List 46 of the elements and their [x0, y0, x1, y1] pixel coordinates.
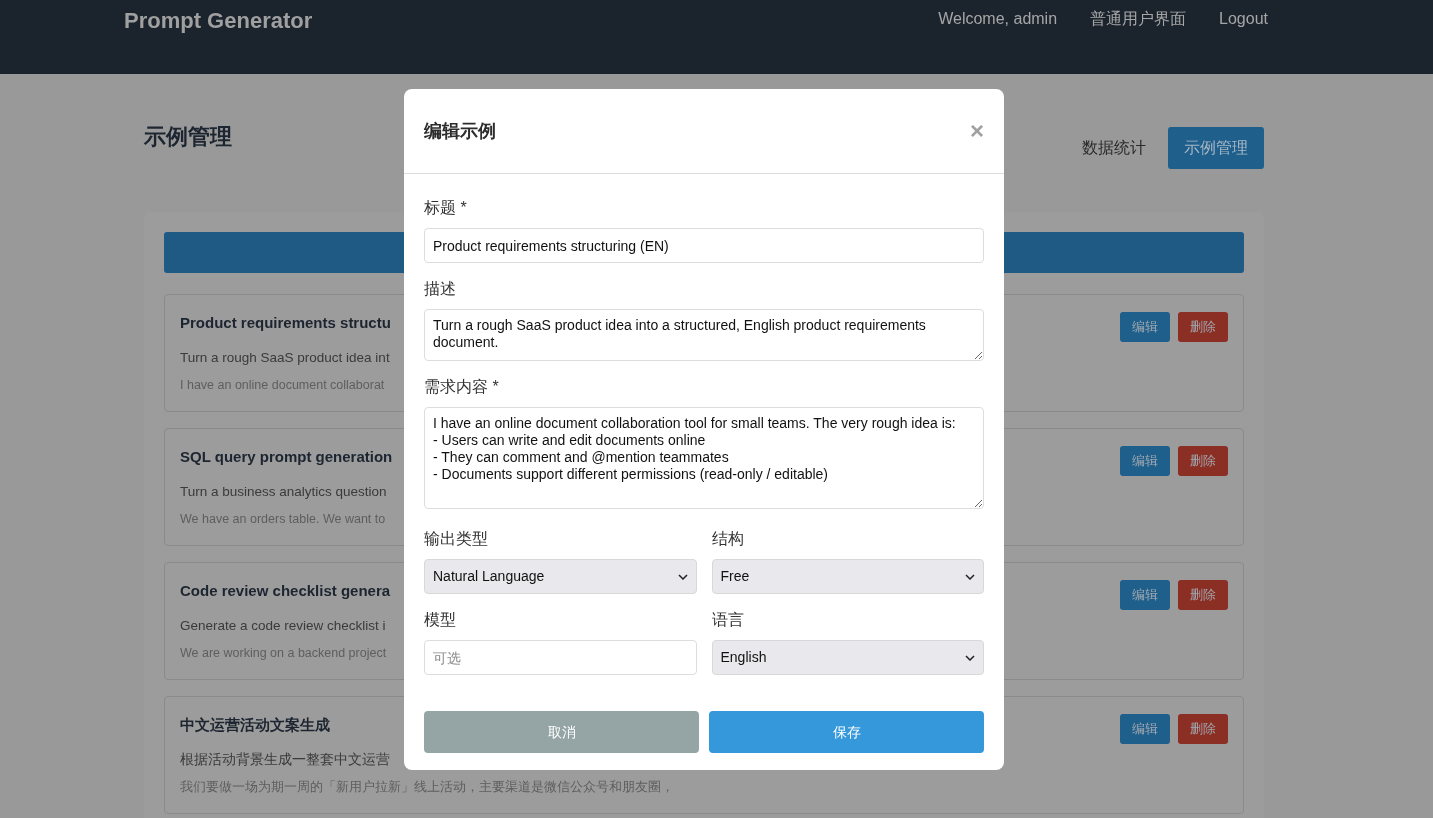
edit-button[interactable]: 编辑 [1120, 580, 1170, 610]
card-title: Code review checklist genera [180, 581, 391, 601]
card-content: We have an orders table. We want to [180, 510, 386, 528]
card-description: Turn a business analytics question [180, 482, 387, 501]
delete-button[interactable]: 删除 [1178, 714, 1228, 744]
card-content: We are working on a backend project [180, 644, 387, 662]
dialog-title: 编辑示例 [424, 119, 496, 143]
field-label: 需求内容 * [424, 377, 500, 397]
cancel-button[interactable]: 取消 [424, 711, 699, 753]
field-label: 标题 * [424, 198, 468, 218]
delete-button[interactable]: 删除 [1178, 312, 1228, 342]
field-label: 结构 [711, 529, 745, 549]
edit-button[interactable]: 编辑 [1120, 312, 1170, 342]
page-title: 示例管理 [144, 123, 232, 151]
field-label: 语言 [711, 610, 745, 630]
delete-button[interactable]: 删除 [1178, 580, 1228, 610]
delete-button[interactable]: 删除 [1178, 446, 1228, 476]
text-area[interactable]: I have an online document collaboration tool for small teams. The very rough idea is: - Users can write and edit documents online - They can comment and @mention teammates - Documents support different permissions (read-only / editable) [424, 407, 984, 509]
chevron-down-icon [965, 654, 975, 661]
welcome-text: Welcome, admin [938, 9, 1058, 29]
select-field[interactable]: English [711, 640, 984, 675]
chevron-down-icon [965, 573, 975, 580]
nav-tab[interactable]: 示例管理 [1168, 127, 1264, 169]
field-label: 模型 [424, 610, 457, 630]
edit-button[interactable]: 编辑 [1120, 446, 1170, 476]
select-field[interactable]: Free [711, 559, 984, 594]
card-description: 根据活动背景生成一整套中文运营 [180, 750, 390, 769]
card-description: Turn a rough SaaS product idea int [180, 348, 390, 367]
field-label: 描述 [424, 279, 457, 299]
close-button[interactable]: × [970, 119, 984, 143]
field-label: 输出类型 [424, 529, 489, 549]
chevron-down-icon [677, 573, 688, 580]
nav-tab[interactable]: 数据统计 [1072, 127, 1156, 169]
edit-button[interactable]: 编辑 [1120, 714, 1170, 744]
card-title: SQL query prompt generation [180, 447, 393, 467]
select-field[interactable]: Natural Language [424, 559, 697, 594]
card-description: Generate a code review checklist i [180, 616, 386, 635]
save-button[interactable]: 保存 [709, 711, 984, 753]
input-field[interactable]: Product requirements structuring (EN) [424, 228, 984, 263]
card-title: Product requirements structu [180, 313, 391, 333]
text-area[interactable]: Turn a rough SaaS product idea into a structured, English product requirements document. [424, 309, 984, 361]
nav-link[interactable]: Logout [1219, 7, 1268, 31]
card-title: 中文运营活动文案生成 [180, 715, 330, 735]
input-field[interactable]: 可选 [424, 640, 697, 675]
nav-link[interactable]: 普通用户界面 [1090, 7, 1187, 31]
app-title: Prompt Generator [124, 7, 313, 35]
